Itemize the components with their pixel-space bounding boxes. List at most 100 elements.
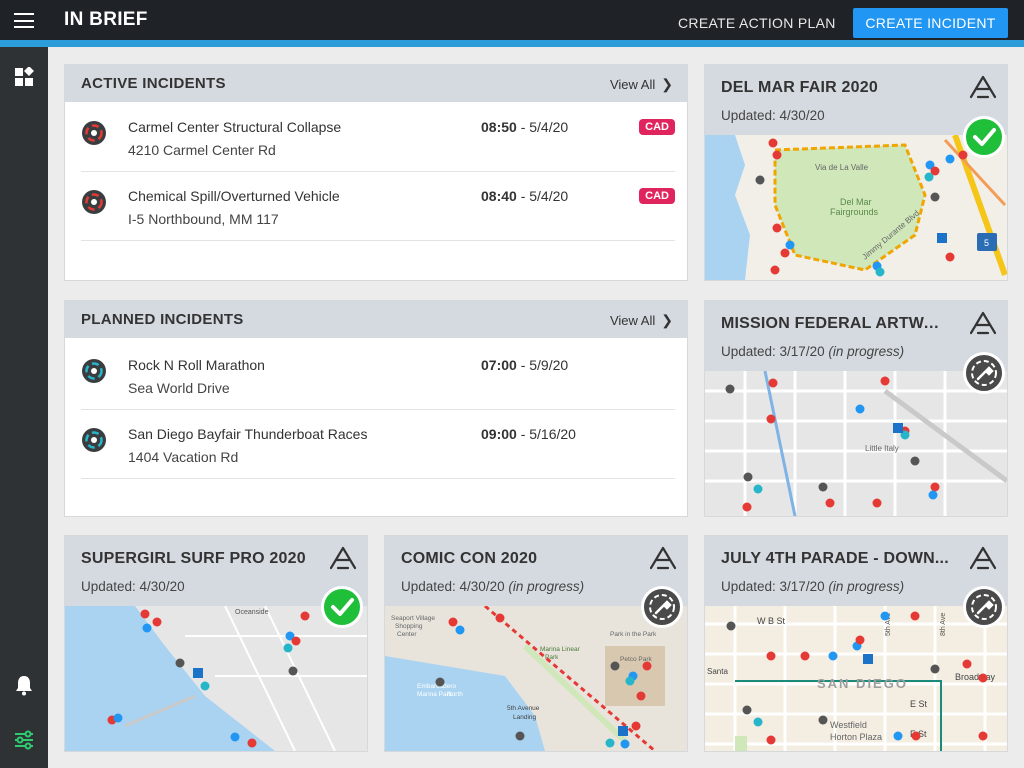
in-progress-wrench-icon — [963, 352, 1005, 394]
view-all-label: View All — [609, 313, 656, 328]
map-label: Broadway — [955, 672, 996, 682]
planned-incident-row[interactable]: Rock N Roll Marathon Sea World Drive 07:… — [81, 341, 675, 410]
map-label: Del Mar — [840, 197, 872, 207]
card-updated: Updated: 4/30/20 — [81, 579, 185, 594]
card-updated-date: Updated: 3/17/20 — [721, 579, 825, 594]
card-progress-note: (in progress) — [828, 344, 905, 359]
map-label: Santa — [707, 667, 728, 676]
card-header: MISSION FEDERAL ARTWALK Updated: 3/17/20… — [705, 301, 1007, 371]
incident-name: Carmel Center Structural Collapse — [128, 119, 342, 135]
card-title: MISSION FEDERAL ARTWALK — [721, 315, 949, 332]
map-label: Park in the Park — [610, 631, 657, 638]
map-del-mar: Via de La Valle Del Mar Fairgrounds Jimm… — [705, 133, 1007, 280]
incident-time: 08:50 - 5/4/20 — [481, 119, 568, 135]
map-label: 5th Avenue — [507, 705, 540, 712]
hamburger-menu-icon[interactable] — [14, 13, 34, 28]
active-incidents-panel: ACTIVE INCIDENTS View All ❯ Carmel Center… — [64, 64, 688, 281]
incident-address: 1404 Vacation Rd — [128, 449, 239, 465]
incident-time-value: 09:00 — [481, 426, 517, 442]
planned-incidents-view-all-link[interactable]: View All ❯ — [610, 312, 673, 329]
top-bar-accent-stripe — [0, 40, 1024, 47]
map-label: Center — [397, 631, 417, 638]
map-label: 5 — [984, 238, 989, 248]
in-progress-wrench-icon — [641, 586, 683, 628]
create-incident-button[interactable]: CREATE INCIDENT — [853, 8, 1008, 38]
event-card-july-4th-parade[interactable]: JULY 4TH PARADE - DOWN... Updated: 3/17/… — [704, 535, 1008, 752]
card-updated-date: Updated: 4/30/20 — [721, 108, 825, 123]
app-logo-icon — [969, 311, 997, 335]
map-label: Horton Plaza — [830, 732, 882, 742]
event-card-supergirl-surf-pro[interactable]: SUPERGIRL SURF PRO 2020 Updated: 4/30/20… — [64, 535, 368, 752]
dashboard-icon[interactable] — [12, 65, 36, 89]
event-card-mission-federal-artwalk[interactable]: MISSION FEDERAL ARTWALK Updated: 3/17/20… — [704, 300, 1008, 517]
active-incident-icon — [82, 190, 106, 214]
chevron-right-icon: ❯ — [661, 312, 673, 328]
incident-name: Rock N Roll Marathon — [128, 357, 265, 373]
card-updated-date: Updated: 3/17/20 — [721, 344, 825, 359]
card-title: JULY 4TH PARADE - DOWN... — [721, 550, 949, 567]
app-logo-icon — [969, 75, 997, 99]
map-thumbnail[interactable]: Seaport Village Shopping Center Park in … — [385, 604, 687, 751]
map-parade: W B St SAN DIEGO Broadway E St F St West… — [705, 606, 1007, 751]
chevron-right-icon: ❯ — [661, 76, 673, 92]
map-label: W B St — [757, 616, 786, 626]
map-label: North — [447, 691, 463, 698]
map-thumbnail[interactable]: Oceanside — [65, 605, 367, 751]
app-logo-icon — [649, 546, 677, 570]
card-header: COMIC CON 2020 Updated: 4/30/20 (in prog… — [385, 536, 687, 606]
card-title: DEL MAR FAIR 2020 — [721, 79, 878, 96]
incident-time: 09:00 - 5/16/20 — [481, 426, 576, 442]
map-label: Westfield — [830, 720, 867, 730]
card-updated: Updated: 4/30/20 (in progress) — [401, 579, 584, 594]
card-progress-note: (in progress) — [828, 579, 905, 594]
card-updated: Updated: 3/17/20 (in progress) — [721, 579, 904, 594]
active-incident-icon — [82, 121, 106, 145]
complete-checkmark-icon — [963, 116, 1005, 158]
incident-time: 07:00 - 5/9/20 — [481, 357, 568, 373]
create-action-plan-button[interactable]: CREATE ACTION PLAN — [668, 8, 846, 38]
view-all-label: View All — [609, 77, 656, 92]
planned-incidents-panel: PLANNED INCIDENTS View All ❯ Rock N Roll … — [64, 300, 688, 517]
map-label: Marina Linear — [540, 646, 581, 653]
map-thumbnail[interactable]: Via de La Valle Del Mar Fairgrounds Jimm… — [705, 133, 1007, 280]
active-incident-row[interactable]: Chemical Spill/Overturned Vehicle I-5 No… — [81, 172, 675, 241]
map-label: Little Italy — [865, 444, 899, 453]
cad-badge: CAD — [639, 119, 675, 135]
card-updated: Updated: 3/17/20 (in progress) — [721, 344, 904, 359]
map-label: Shopping — [395, 623, 423, 630]
active-incidents-header: ACTIVE INCIDENTS View All ❯ — [65, 65, 687, 102]
map-label: Fairgrounds — [830, 207, 879, 217]
planned-incident-icon — [82, 428, 106, 452]
incident-date: - 5/4/20 — [516, 188, 569, 204]
incident-time-value: 08:50 — [481, 119, 517, 135]
map-label: 8th Ave — [940, 613, 947, 636]
card-header: JULY 4TH PARADE - DOWN... Updated: 3/17/… — [705, 536, 1007, 606]
incident-date: - 5/16/20 — [516, 426, 576, 442]
map-thumbnail[interactable]: W B St SAN DIEGO Broadway E St F St West… — [705, 606, 1007, 751]
planned-incident-icon — [82, 359, 106, 383]
card-header: SUPERGIRL SURF PRO 2020 Updated: 4/30/20 — [65, 536, 367, 606]
incident-address: Sea World Drive — [128, 380, 230, 396]
sidebar — [0, 47, 48, 768]
planned-incidents-title: PLANNED INCIDENTS — [81, 311, 244, 328]
card-updated: Updated: 4/30/20 — [721, 108, 825, 123]
active-incidents-title: ACTIVE INCIDENTS — [81, 75, 226, 92]
planned-incident-row[interactable]: San Diego Bayfair Thunderboat Races 1404… — [81, 410, 675, 479]
event-card-del-mar-fair[interactable]: DEL MAR FAIR 2020 Updated: 4/30/20 Via d… — [704, 64, 1008, 281]
notifications-bell-icon[interactable] — [12, 673, 36, 697]
incident-time: 08:40 - 5/4/20 — [481, 188, 568, 204]
map-label: Seaport Village — [391, 615, 435, 622]
event-card-comic-con[interactable]: COMIC CON 2020 Updated: 4/30/20 (in prog… — [384, 535, 688, 752]
card-header: DEL MAR FAIR 2020 Updated: 4/30/20 — [705, 65, 1007, 135]
complete-checkmark-icon — [321, 586, 363, 628]
active-incidents-view-all-link[interactable]: View All ❯ — [610, 76, 673, 93]
active-incident-row[interactable]: Carmel Center Structural Collapse 4210 C… — [81, 103, 675, 172]
incident-date: - 5/4/20 — [516, 119, 569, 135]
map-thumbnail[interactable]: Little Italy — [705, 370, 1007, 516]
app-title: IN BRIEF — [64, 9, 148, 30]
incident-date: - 5/9/20 — [516, 357, 569, 373]
incident-time-value: 08:40 — [481, 188, 517, 204]
settings-sliders-icon[interactable] — [12, 728, 36, 752]
card-updated-date: Updated: 4/30/20 — [81, 579, 185, 594]
map-label: E St — [910, 699, 928, 709]
